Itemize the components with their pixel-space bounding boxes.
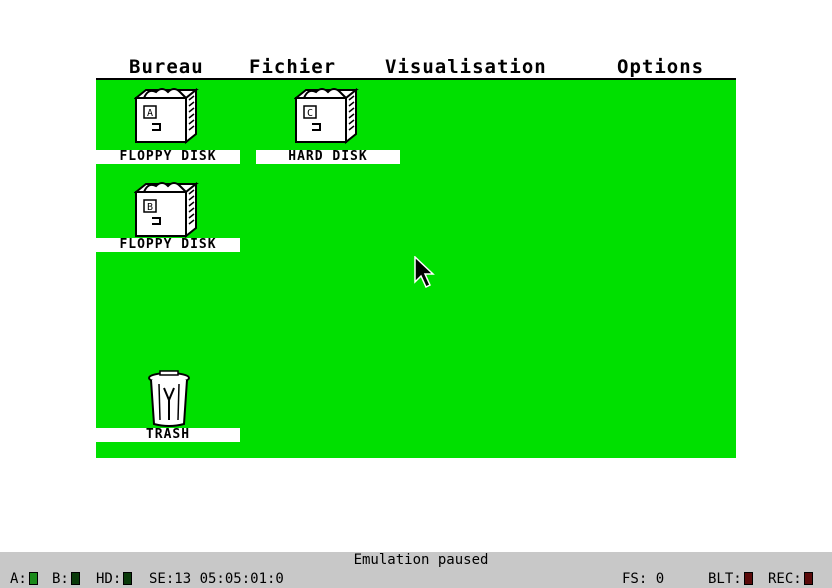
drive-a-label: A: bbox=[10, 571, 27, 587]
floppy-disk-a-icon-group[interactable]: A FLOPPY DISK bbox=[96, 86, 240, 164]
drive-b-label: B: bbox=[52, 571, 69, 587]
icon-label-trash: TRASH bbox=[96, 428, 240, 442]
hd-label: HD: bbox=[96, 571, 122, 587]
drive-a-indicator: A: bbox=[10, 570, 38, 588]
menu-bureau[interactable]: Bureau bbox=[129, 56, 204, 78]
icon-label-floppy-b: FLOPPY DISK bbox=[96, 238, 240, 252]
trash-icon-group[interactable]: TRASH bbox=[96, 370, 240, 444]
menu-bar: Bureau Fichier Visualisation Options bbox=[96, 56, 736, 80]
menu-options[interactable]: Options bbox=[617, 56, 704, 78]
floppy-drawer-icon: B bbox=[134, 181, 199, 238]
icon-label-hard-disk: HARD DISK bbox=[256, 150, 400, 164]
emulation-status-message: Emulation paused bbox=[353, 552, 489, 568]
blt-indicator: BLT: bbox=[708, 570, 753, 588]
mouse-pointer-icon bbox=[414, 256, 435, 289]
menu-visualisation[interactable]: Visualisation bbox=[385, 56, 547, 78]
emulator-status-bar: Emulation paused A: B: HD: SE:13 05:05:0… bbox=[0, 552, 832, 588]
floppy-drawer-icon: A bbox=[134, 87, 199, 144]
blt-led bbox=[743, 572, 753, 585]
hard-disk-c-icon-group[interactable]: C HARD DISK bbox=[256, 86, 400, 164]
floppy-disk-b-icon-group[interactable]: B FLOPPY DISK bbox=[96, 180, 240, 254]
drive-b-indicator: B: bbox=[52, 570, 80, 588]
drive-a-led bbox=[28, 572, 38, 585]
svg-text:B: B bbox=[147, 202, 153, 213]
se-time-readout: SE:13 05:05:01:0 bbox=[149, 571, 284, 587]
trash-can-icon bbox=[148, 370, 190, 427]
icon-label-floppy-a: FLOPPY DISK bbox=[96, 150, 240, 164]
svg-text:C: C bbox=[307, 108, 313, 119]
fs-readout: FS: 0 bbox=[622, 571, 665, 587]
rec-led bbox=[803, 572, 813, 585]
blt-label: BLT: bbox=[708, 571, 742, 587]
drive-b-led bbox=[70, 572, 80, 585]
menu-fichier[interactable]: Fichier bbox=[249, 56, 336, 78]
svg-text:A: A bbox=[147, 108, 153, 119]
rec-indicator: REC: bbox=[768, 570, 813, 588]
hd-led bbox=[123, 572, 133, 585]
rec-label: REC: bbox=[768, 571, 802, 587]
hard-disk-indicator: HD: bbox=[96, 570, 133, 588]
hard-disk-drawer-icon: C bbox=[294, 87, 359, 144]
